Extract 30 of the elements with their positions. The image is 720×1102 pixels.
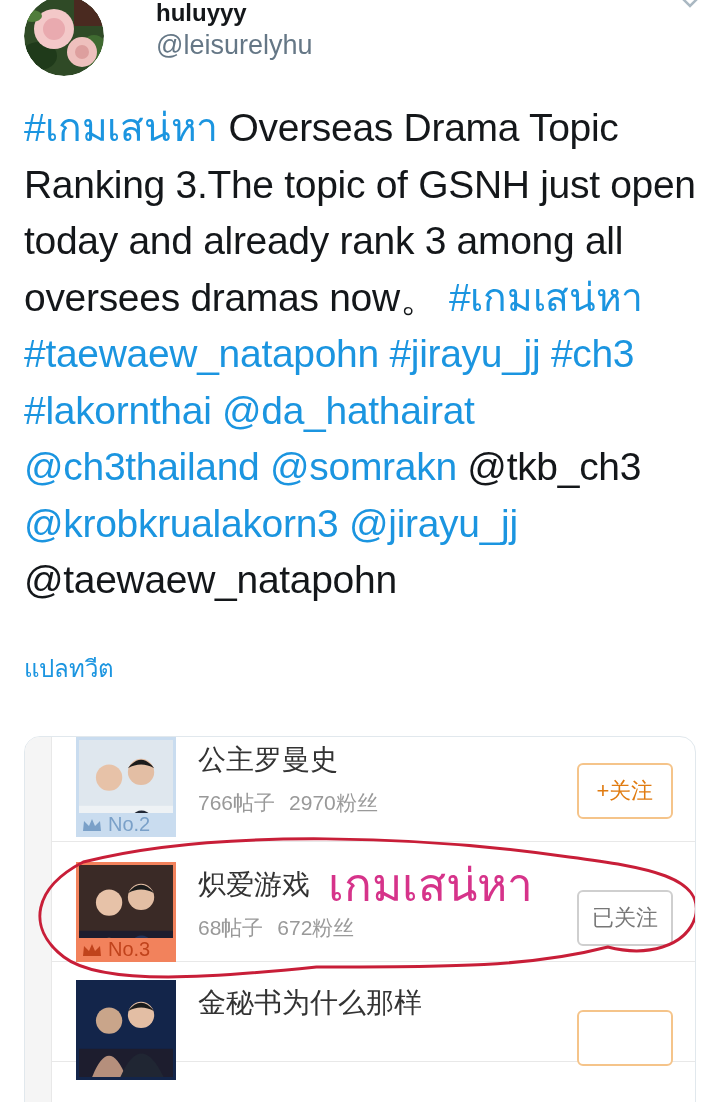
topic-title: 公主罗曼史 <box>198 742 338 777</box>
embedded-image[interactable]: No.2 公主罗曼史 766帖子 2970粉丝 +关注 No.3 炽爱游戏 เกมเสน่หา 68帖子 672粉丝 已关注 金秘书为什么那样 <box>24 735 696 1102</box>
hashtag-link[interactable]: #jirayu_jj <box>389 332 541 375</box>
hashtag-link[interactable]: @krobkrualakorn3 <box>24 501 339 545</box>
chevron-icon[interactable] <box>680 0 700 10</box>
hashtag-link[interactable]: @ch3thailand <box>24 445 260 488</box>
hashtag-link[interactable]: #เกมเสน่หา <box>24 106 218 149</box>
follow-button[interactable]: +关注 <box>577 762 673 819</box>
topic-title: 金秘书为什么那样 <box>198 985 422 1020</box>
tweet-text: #เกมเสน่หา Overseas Drama Topic Ranking 3.The topic of GSNH just open today and already rank 3 among all oversees dramas now。 #เกมเสน่หา #taewaew_natapohn #jirayu_jj #ch3 #lakornthai @da_hathairat @ch3thailand @somrakn @tkb_ch3 @krobkrualakorn3 @jirayu_jj @taewaew_natapohn <box>24 105 696 603</box>
hashtag-link[interactable]: #taewaew_natapohn <box>24 332 379 375</box>
hashtag-link[interactable]: @somrakn <box>270 445 457 488</box>
follow-button[interactable]: 已关注 <box>577 889 673 946</box>
rank-badge: No.3 <box>76 937 176 962</box>
display-name[interactable]: huluyyy <box>156 0 313 26</box>
hashtag-link[interactable]: #เกมเสน่หา <box>449 275 644 319</box>
hashtag-link[interactable]: @jirayu_jj <box>349 501 518 545</box>
hashtag-link[interactable]: #lakornthai <box>24 388 212 432</box>
fan-count: 2970粉丝 <box>289 789 378 816</box>
rank-badge: No.2 <box>76 812 176 837</box>
follow-button[interactable] <box>577 1009 673 1066</box>
topic-title: 炽爱游戏 <box>198 867 310 902</box>
post-count: 68帖子 <box>198 914 264 941</box>
hashtag-link[interactable]: @da_hathairat <box>222 388 475 432</box>
fan-count: 672粉丝 <box>277 914 355 941</box>
overlay-caption: เกมเสน่หา <box>328 867 533 902</box>
translate-link[interactable]: แปลทวีต <box>24 648 114 688</box>
post-count: 766帖子 <box>198 789 276 816</box>
hashtag-link[interactable]: #ch3 <box>550 332 635 375</box>
user-handle[interactable]: @leisurelyhu <box>156 28 313 62</box>
